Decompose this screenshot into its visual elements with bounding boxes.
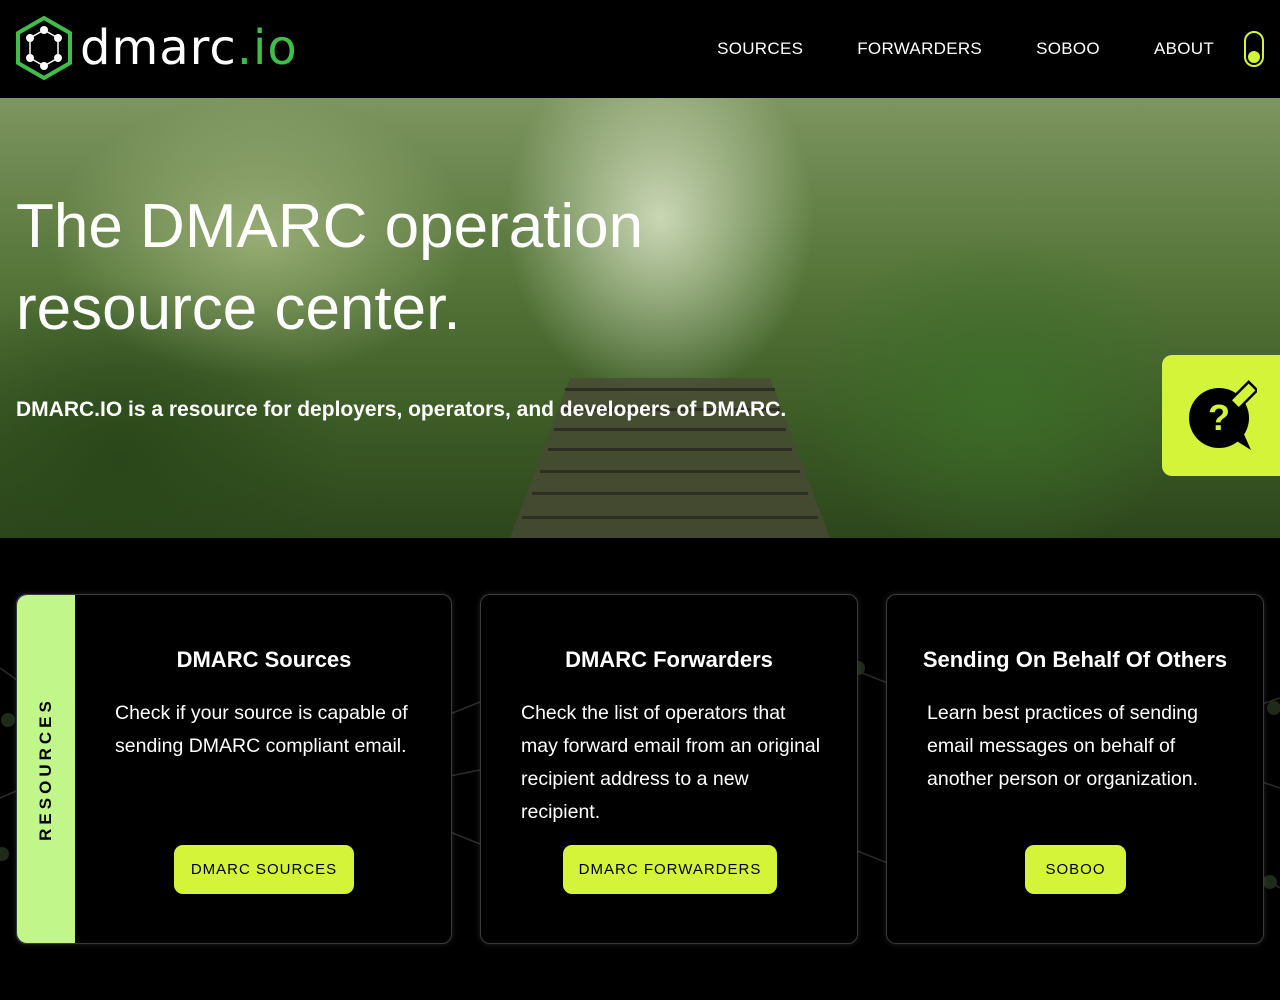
card-title: DMARC Forwarders <box>565 647 773 672</box>
card-description: Learn best practices of sending email me… <box>927 702 1199 790</box>
hero-title: The DMARC operation resource center. <box>16 192 644 343</box>
logo-wordmark: dmarc.io <box>80 16 298 80</box>
card-dmarc-sources: RESOURCES DMARC Sources Check if your so… <box>16 594 452 944</box>
svg-text:?: ? <box>1208 397 1230 438</box>
nav-forwarders[interactable]: FORWARDERS <box>857 32 982 66</box>
theme-toggle-icon[interactable] <box>1244 31 1264 67</box>
site-header: dmarc.io SOURCES FORWARDERS SOBOO ABOUT <box>0 0 1280 98</box>
help-feedback-button[interactable]: ? <box>1162 355 1280 476</box>
nav-sources[interactable]: SOURCES <box>717 32 803 66</box>
toggle-knob <box>1248 51 1260 63</box>
card-title: DMARC Sources <box>176 647 352 672</box>
site-logo[interactable]: dmarc.io <box>16 16 298 80</box>
card-description: Check the list of operators that may for… <box>521 702 821 823</box>
resources-tab: RESOURCES <box>17 595 75 943</box>
card-dmarc-forwarders: DMARC Forwarders Check the list of opera… <box>480 594 858 944</box>
dmarc-sources-button[interactable]: DMARC SOURCES <box>174 845 354 894</box>
question-chat-pencil-icon: ? <box>1189 379 1257 450</box>
main-nav: SOURCES FORWARDERS SOBOO ABOUT <box>663 32 1214 66</box>
dmarc-forwarders-button[interactable]: DMARC FORWARDERS <box>563 845 777 894</box>
card-description: Check if your source is capable of sendi… <box>115 702 408 757</box>
nav-soboo[interactable]: SOBOO <box>1036 32 1100 66</box>
resources-section: RESOURCES DMARC Sources Check if your so… <box>0 538 1280 1000</box>
hero-banner: The DMARC operation resource center. DMA… <box>0 98 1280 538</box>
logo-tld: .io <box>236 20 298 76</box>
resources-tab-label: RESOURCES <box>36 697 55 841</box>
soboo-button[interactable]: SOBOO <box>1025 845 1126 894</box>
hexagon-network-logo-icon <box>16 16 72 80</box>
hero-subtitle: DMARC.IO is a resource for deployers, op… <box>16 398 787 421</box>
card-title: Sending On Behalf Of Others <box>922 647 1228 672</box>
logo-name: dmarc <box>80 20 237 76</box>
card-soboo: Sending On Behalf Of Others Learn best p… <box>886 594 1264 944</box>
nav-about[interactable]: ABOUT <box>1154 32 1214 66</box>
